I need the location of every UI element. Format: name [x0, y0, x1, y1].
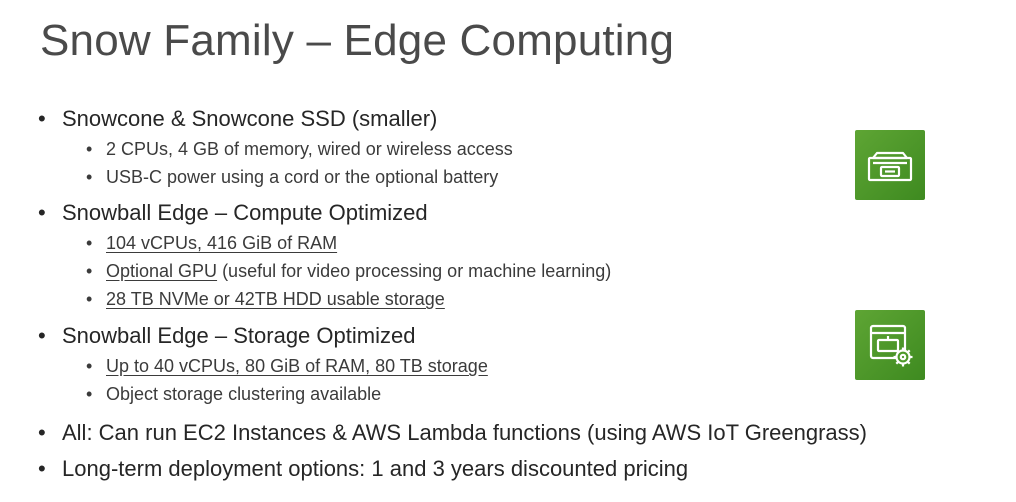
subitem-snowcone-power: • USB-C power using a cord or the option… — [86, 167, 498, 188]
bullet-text: All: Can run EC2 Instances & AWS Lambda … — [62, 420, 867, 445]
subitem-text: (useful for video processing or machine … — [217, 261, 612, 281]
bullet-item-storage-optimized: • Snowball Edge – Storage Optimized — [38, 323, 415, 349]
bullet-text: Snowball Edge – Compute Optimized — [62, 200, 428, 225]
subitem-text: 2 CPUs, 4 GB of memory, wired or wireles… — [106, 139, 513, 159]
bullet-dot: • — [38, 106, 46, 131]
bullet-dot: • — [86, 289, 93, 309]
bullet-item-long-term: • Long-term deployment options: 1 and 3 … — [38, 456, 688, 482]
subitem-compute-cpu: • 104 vCPUs, 416 GiB of RAM — [86, 233, 337, 254]
slide-title: Snow Family – Edge Computing — [40, 16, 675, 65]
snowcone-icon — [855, 130, 925, 200]
bullet-dot: • — [86, 261, 93, 281]
subitem-compute-gpu: • Optional GPU (useful for video process… — [86, 261, 611, 282]
subitem-text-underlined: 28 TB NVMe or 42TB HDD usable storage — [106, 289, 445, 309]
bullet-text: Long-term deployment options: 1 and 3 ye… — [62, 456, 689, 481]
bullet-item-all: • All: Can run EC2 Instances & AWS Lambd… — [38, 420, 867, 446]
bullet-item-snowcone: • Snowcone & Snowcone SSD (smaller) — [38, 106, 437, 132]
bullet-dot: • — [86, 167, 93, 187]
subitem-snowcone-specs: • 2 CPUs, 4 GB of memory, wired or wirel… — [86, 139, 513, 160]
bullet-dot: • — [86, 356, 93, 376]
snowball-edge-icon — [855, 310, 925, 380]
subitem-text: USB-C power using a cord or the optional… — [106, 167, 499, 187]
bullet-dot: • — [38, 323, 46, 348]
subitem-text-underlined: Optional GPU — [106, 261, 218, 281]
subitem-storage-specs: • Up to 40 vCPUs, 80 GiB of RAM, 80 TB s… — [86, 356, 488, 377]
bullet-text: Snowcone & Snowcone SSD (smaller) — [62, 106, 438, 131]
subitem-text-underlined: 104 vCPUs, 416 GiB of RAM — [106, 233, 338, 253]
bullet-dot: • — [86, 384, 93, 404]
bullet-dot: • — [38, 200, 46, 225]
bullet-dot: • — [38, 456, 46, 481]
bullet-dot: • — [38, 420, 46, 445]
subitem-compute-storage: • 28 TB NVMe or 42TB HDD usable storage — [86, 289, 445, 310]
subitem-text: Object storage clustering available — [106, 384, 382, 404]
bullet-dot: • — [86, 139, 93, 159]
subitem-text-underlined: Up to 40 vCPUs, 80 GiB of RAM, 80 TB sto… — [106, 356, 488, 376]
bullet-item-compute-optimized: • Snowball Edge – Compute Optimized — [38, 200, 428, 226]
bullet-text: Snowball Edge – Storage Optimized — [62, 323, 416, 348]
bullet-dot: • — [86, 233, 93, 253]
subitem-storage-clustering: • Object storage clustering available — [86, 384, 381, 405]
